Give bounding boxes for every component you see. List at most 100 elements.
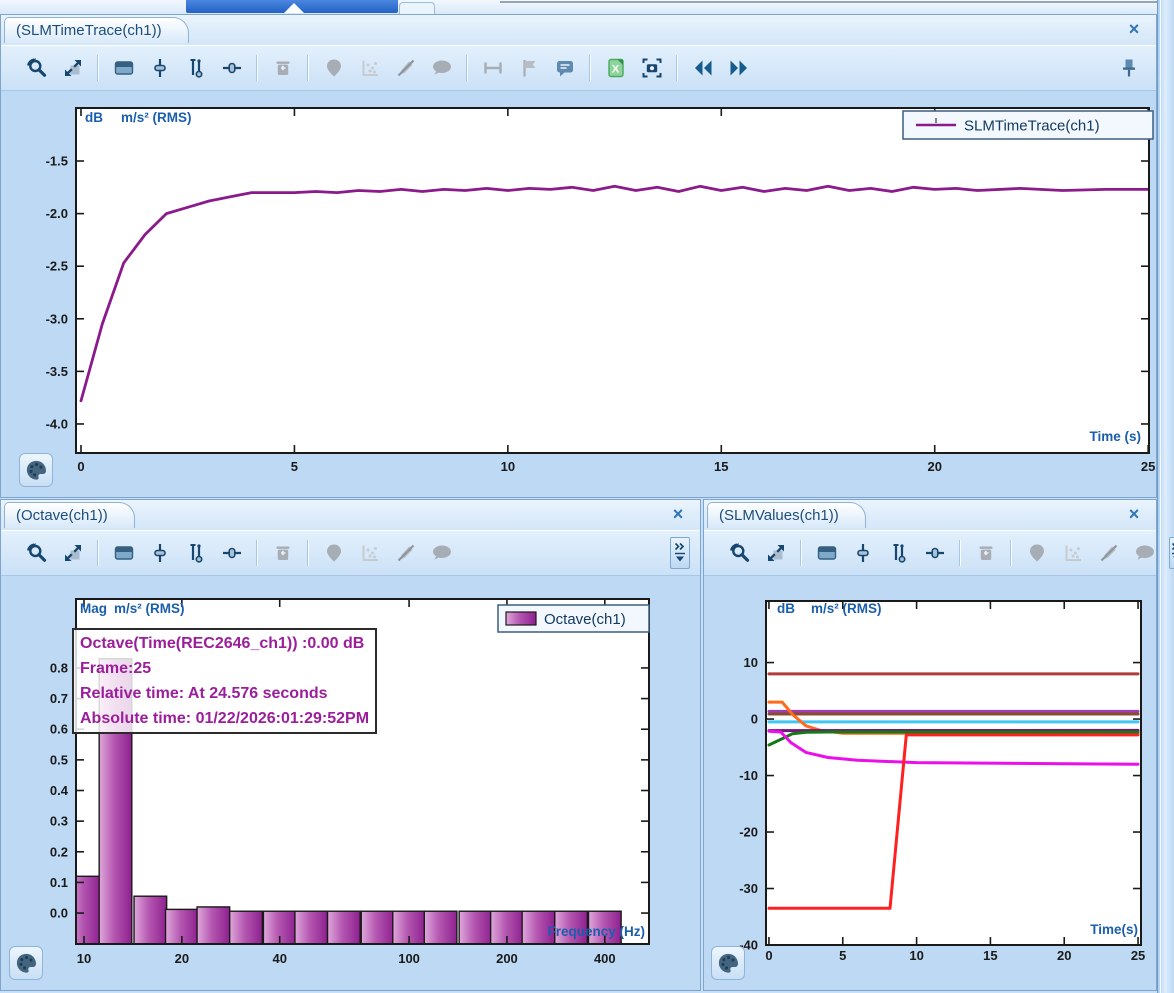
tooltip-line: Frame:25 <box>80 656 369 681</box>
snapshot-icon[interactable] <box>640 57 663 80</box>
measure-band-icon <box>481 57 504 80</box>
toolbar-separator <box>589 55 591 81</box>
cursor-double-icon[interactable] <box>887 542 910 565</box>
svg-text:40: 40 <box>272 951 286 966</box>
display-card-icon[interactable] <box>112 542 135 565</box>
toolbar-separator <box>256 55 258 81</box>
pan-arrows-icon[interactable] <box>61 57 84 80</box>
svg-text:-2.0: -2.0 <box>46 206 68 221</box>
zoom-refresh-icon[interactable] <box>25 542 48 565</box>
annotation-icon[interactable] <box>553 57 576 80</box>
excel-export-icon[interactable]: X <box>604 57 627 80</box>
palette-button[interactable] <box>9 946 43 980</box>
cursor-double-icon[interactable] <box>184 542 207 565</box>
toolbar-separator <box>256 540 258 566</box>
svg-text:5: 5 <box>291 459 298 474</box>
x-axis-label: Time (s) <box>1089 429 1141 444</box>
delete-restore-icon <box>271 542 294 565</box>
pan-arrows-icon[interactable] <box>764 542 787 565</box>
legend-label: Octave(ch1) <box>544 611 626 628</box>
window-edge-line <box>500 1 1157 3</box>
x-axis-label: Time(s) <box>1090 922 1138 937</box>
cursor-single-icon[interactable] <box>148 57 171 80</box>
toolbar-octave <box>1 530 700 575</box>
toolbar-slmtimetrace: X <box>1 45 1156 90</box>
close-icon[interactable]: × <box>1124 504 1144 524</box>
cursor-harmonic-icon[interactable] <box>220 57 243 80</box>
no-draw-icon <box>1097 542 1120 565</box>
svg-text:-10: -10 <box>739 768 758 783</box>
no-draw-icon <box>394 57 417 80</box>
svg-text:0.7: 0.7 <box>50 691 68 706</box>
svg-text:400: 400 <box>594 951 616 966</box>
pin-icon[interactable] <box>1117 57 1140 80</box>
tab-slmtimetrace[interactable]: (SLMTimeTrace(ch1)) <box>4 17 189 43</box>
cursor-harmonic-icon[interactable] <box>923 542 946 565</box>
toolbar-separator <box>1010 540 1012 566</box>
tab-label: (Octave(ch1)) <box>16 507 108 524</box>
cursor-single-icon[interactable] <box>851 542 874 565</box>
svg-text:10: 10 <box>744 655 758 670</box>
x-axis-label: Frequency (Hz) <box>547 924 645 939</box>
panel-slmtimetrace: (SLMTimeTrace(ch1)) × X 0510152025-1.5-2… <box>0 14 1157 498</box>
svg-text:0.1: 0.1 <box>50 875 68 890</box>
close-icon[interactable]: × <box>668 504 688 524</box>
cursor-harmonic-icon[interactable] <box>220 542 243 565</box>
svg-text:0.0: 0.0 <box>50 906 68 921</box>
marker-pin-icon <box>1025 542 1048 565</box>
svg-text:-3.0: -3.0 <box>46 311 68 326</box>
more-options-button[interactable] <box>670 537 690 569</box>
tab-row: (SLMValues(ch1)) × <box>704 500 1156 530</box>
toolbar-separator <box>800 540 802 566</box>
tab-pointer-triangle <box>284 3 304 13</box>
svg-text:-3.5: -3.5 <box>46 364 68 379</box>
svg-text:0: 0 <box>77 459 84 474</box>
tooltip-line: Octave(Time(REC2646_ch1)) :0.00 dB <box>80 631 369 656</box>
cursor-double-icon[interactable] <box>184 57 207 80</box>
close-icon[interactable]: × <box>1124 19 1144 39</box>
y-axis-unit-label: dBm/s² (RMS) <box>777 601 882 616</box>
display-card-icon[interactable] <box>815 542 838 565</box>
svg-text:0.5: 0.5 <box>50 752 68 767</box>
svg-text:-2.5: -2.5 <box>46 259 68 274</box>
svg-text:-1.5: -1.5 <box>46 154 68 169</box>
slmvalues-chart[interactable]: 0510152025100-10-20-30-40dBm/s² (RMS)Tim… <box>704 576 1156 992</box>
palette-button[interactable] <box>711 946 745 980</box>
speech-bubble-icon <box>1133 542 1156 565</box>
svg-text:10: 10 <box>501 459 515 474</box>
prev-frames-icon[interactable] <box>691 57 714 80</box>
octave-bar <box>230 911 263 944</box>
svg-text:20: 20 <box>1057 948 1071 963</box>
display-card-icon[interactable] <box>112 57 135 80</box>
svg-text:0.4: 0.4 <box>50 783 69 798</box>
top-window-strip <box>0 0 1157 15</box>
cursor-single-icon[interactable] <box>148 542 171 565</box>
next-frames-icon[interactable] <box>727 57 750 80</box>
pan-arrows-icon[interactable] <box>61 542 84 565</box>
octave-bar <box>459 911 492 944</box>
tab-slmvalues[interactable]: (SLMValues(ch1)) <box>707 502 866 528</box>
octave-bar <box>134 896 167 944</box>
active-tab-fragment[interactable] <box>186 0 398 13</box>
tab-octave[interactable]: (Octave(ch1)) <box>4 502 135 528</box>
zoom-refresh-icon[interactable] <box>25 57 48 80</box>
octave-bar <box>424 911 457 944</box>
tooltip-line: Absolute time: 01/22/2026:01:29:52PM <box>80 706 369 731</box>
zoom-refresh-icon[interactable] <box>728 542 751 565</box>
scatter-plot-icon <box>358 542 381 565</box>
more-options-button[interactable] <box>1169 537 1174 569</box>
legend: SLMTimeTrace(ch1) <box>903 111 1153 139</box>
cursor-tooltip: Octave(Time(REC2646_ch1)) :0.00 dB Frame… <box>72 628 377 734</box>
chart-area-slmtimetrace: 0510152025-1.5-2.0-2.5-3.0-3.5-4.0dBm/s²… <box>1 90 1156 497</box>
flag-icon <box>517 57 540 80</box>
svg-text:25: 25 <box>1131 948 1145 963</box>
slmtimetrace-chart[interactable]: 0510152025-1.5-2.0-2.5-3.0-3.5-4.0dBm/s²… <box>1 91 1156 499</box>
tab-label: (SLMTimeTrace(ch1)) <box>16 22 162 39</box>
svg-text:200: 200 <box>496 951 518 966</box>
svg-text:10: 10 <box>77 951 91 966</box>
palette-button[interactable] <box>19 453 53 487</box>
octave-bar <box>68 876 101 944</box>
svg-text:-30: -30 <box>739 881 758 896</box>
chart-area-octave: 1020401002004000.80.70.60.50.40.30.20.10… <box>1 575 700 990</box>
svg-text:0: 0 <box>751 712 758 727</box>
